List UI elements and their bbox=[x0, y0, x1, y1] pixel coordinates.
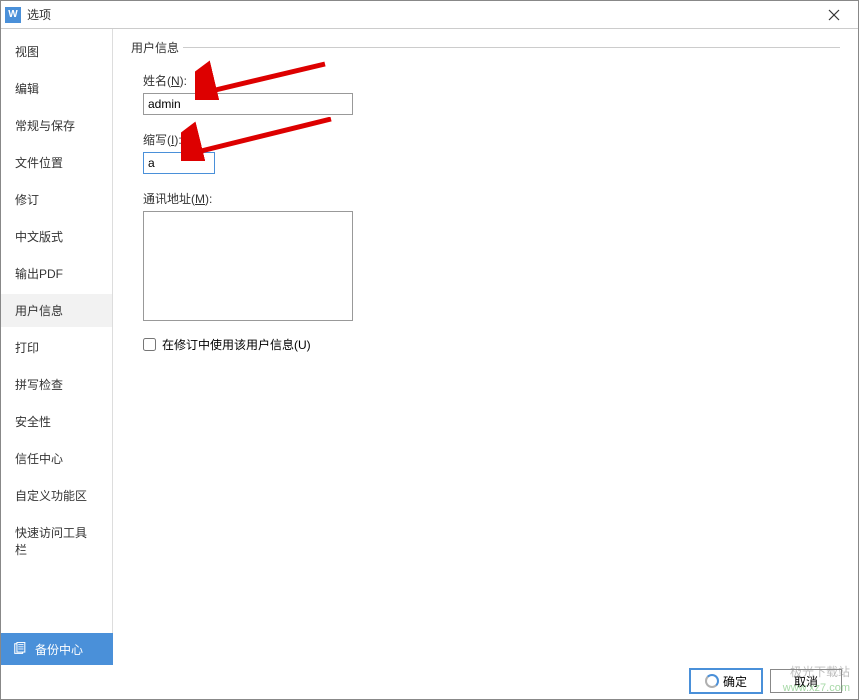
sidebar-item-chinese-layout[interactable]: 中文版式 bbox=[1, 220, 112, 253]
use-in-revision-row: 在修订中使用该用户信息(U) bbox=[143, 336, 840, 353]
initial-input[interactable] bbox=[143, 152, 215, 174]
app-icon: W bbox=[5, 7, 21, 23]
sidebar-item-print[interactable]: 打印 bbox=[1, 331, 112, 364]
user-info-fieldset: 用户信息 姓名(N): 缩写(I): 通讯地址(M): bbox=[131, 39, 840, 353]
backup-center-button[interactable]: 备份中心 bbox=[1, 633, 113, 665]
sidebar-item-spellcheck[interactable]: 拼写检查 bbox=[1, 368, 112, 401]
address-textarea[interactable] bbox=[143, 211, 353, 321]
backup-center-label: 备份中心 bbox=[35, 641, 83, 658]
sidebar-item-edit[interactable]: 编辑 bbox=[1, 72, 112, 105]
address-field-group: 通讯地址(M): bbox=[143, 190, 840, 324]
sidebar-item-file-location[interactable]: 文件位置 bbox=[1, 146, 112, 179]
sidebar: 视图 编辑 常规与保存 文件位置 修订 中文版式 输出PDF 用户信息 打印 拼… bbox=[1, 29, 113, 665]
titlebar: W 选项 bbox=[1, 1, 858, 29]
close-icon bbox=[828, 9, 840, 21]
sidebar-item-revision[interactable]: 修订 bbox=[1, 183, 112, 216]
fieldset-divider bbox=[183, 47, 840, 48]
sidebar-item-user-info[interactable]: 用户信息 bbox=[1, 294, 112, 327]
dialog-body: 视图 编辑 常规与保存 文件位置 修订 中文版式 输出PDF 用户信息 打印 拼… bbox=[1, 29, 858, 665]
fieldset-legend: 用户信息 bbox=[131, 39, 183, 56]
initial-label: 缩写(I): bbox=[143, 131, 840, 148]
use-in-revision-checkbox[interactable] bbox=[143, 338, 156, 351]
sidebar-item-customize-ribbon[interactable]: 自定义功能区 bbox=[1, 479, 112, 512]
name-field-group: 姓名(N): bbox=[143, 72, 840, 115]
window-title: 选项 bbox=[27, 6, 814, 23]
backup-icon bbox=[13, 642, 27, 656]
use-in-revision-label: 在修订中使用该用户信息(U) bbox=[162, 336, 311, 353]
name-label: 姓名(N): bbox=[143, 72, 840, 89]
address-label: 通讯地址(M): bbox=[143, 190, 840, 207]
sidebar-item-general-save[interactable]: 常规与保存 bbox=[1, 109, 112, 142]
initial-field-group: 缩写(I): bbox=[143, 131, 840, 174]
sidebar-item-view[interactable]: 视图 bbox=[1, 35, 112, 68]
cancel-button[interactable]: 取消 bbox=[770, 669, 842, 693]
dialog-footer: 确定 取消 bbox=[1, 663, 858, 699]
name-input[interactable] bbox=[143, 93, 353, 115]
ok-button[interactable]: 确定 bbox=[690, 669, 762, 693]
sidebar-item-quick-access[interactable]: 快速访问工具栏 bbox=[1, 516, 112, 566]
content-panel: 用户信息 姓名(N): 缩写(I): 通讯地址(M): bbox=[113, 29, 858, 665]
sidebar-item-trust-center[interactable]: 信任中心 bbox=[1, 442, 112, 475]
sidebar-item-security[interactable]: 安全性 bbox=[1, 405, 112, 438]
close-button[interactable] bbox=[814, 2, 854, 28]
sidebar-item-output-pdf[interactable]: 输出PDF bbox=[1, 257, 112, 290]
